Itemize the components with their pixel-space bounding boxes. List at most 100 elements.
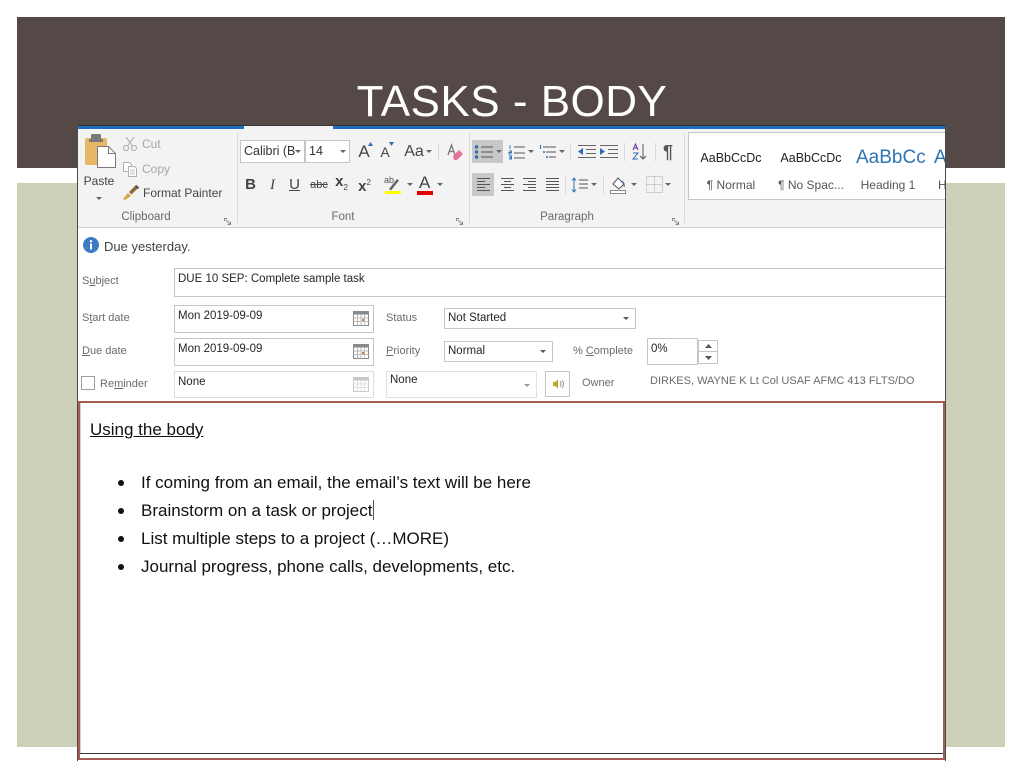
calendar-icon[interactable] — [353, 311, 369, 331]
chevron-down-icon — [631, 183, 637, 186]
chevron-down-icon[interactable] — [437, 183, 443, 186]
paste-dropdown-icon[interactable] — [96, 197, 102, 200]
align-right-button[interactable] — [518, 173, 540, 196]
button-separator — [603, 176, 604, 194]
align-left-button[interactable] — [472, 173, 494, 196]
format-painter-label: Format Painter — [143, 186, 223, 200]
due-date-input[interactable] — [174, 338, 374, 366]
chevron-down-icon[interactable] — [407, 183, 413, 186]
clipboard-dialog-launcher-icon[interactable] — [224, 213, 232, 231]
underline-button[interactable]: U — [286, 173, 303, 196]
list-item-text: If coming from an email, the email’s tex… — [141, 473, 531, 492]
show-formatting-marks-button[interactable]: ¶ — [661, 140, 675, 163]
font-size-value: 14 — [309, 144, 323, 158]
access-key: m — [114, 378, 124, 390]
chevron-down-icon — [425, 150, 432, 153]
chevron-down-icon[interactable] — [340, 150, 346, 153]
clear-formatting-button[interactable] — [445, 140, 465, 163]
superscript-button[interactable]: x2 — [355, 173, 374, 196]
clear-formatting-icon — [447, 142, 463, 160]
priority-dropdown[interactable]: Normal — [444, 341, 553, 362]
style-no-spacing[interactable]: AaBbCcDc ¶ No Spac... — [771, 133, 851, 199]
style-name: Heading 1 — [860, 178, 916, 192]
reminder-date-input[interactable] — [174, 371, 374, 398]
decrease-indent-icon — [578, 144, 596, 158]
reminder-sound-button[interactable] — [545, 371, 570, 397]
strikethrough-button[interactable]: abc — [307, 173, 331, 196]
paragraph-dialog-launcher-icon[interactable] — [672, 213, 680, 231]
paste-button[interactable]: Paste — [81, 131, 119, 213]
bullets-button[interactable] — [472, 140, 503, 163]
bold-button[interactable]: B — [242, 173, 259, 196]
style-heading-2[interactable]: A H — [931, 133, 946, 199]
style-heading-1[interactable]: AaBbCc Heading 1 — [851, 133, 925, 199]
reminder-time-dropdown[interactable]: None — [386, 371, 537, 398]
borders-button[interactable] — [643, 173, 673, 196]
subject-input[interactable] — [174, 268, 945, 297]
style-preview: AaBbCcDc — [700, 151, 762, 165]
label-text: % — [573, 345, 586, 357]
format-painter-button[interactable]: Format Painter — [120, 183, 236, 201]
line-spacing-button[interactable] — [570, 173, 598, 196]
task-body-editor[interactable]: Using the body If coming from an email, … — [78, 401, 945, 760]
justify-button[interactable] — [541, 173, 563, 196]
superscript-icon: x2 — [358, 175, 371, 195]
borders-icon — [645, 176, 663, 193]
bold-icon: B — [245, 175, 256, 193]
copy-label: Copy — [142, 162, 171, 176]
spin-down-button[interactable] — [699, 352, 717, 363]
font-size-combobox[interactable]: 14 — [305, 140, 350, 163]
sort-button[interactable] — [631, 140, 649, 163]
owner-label: Owner — [582, 377, 615, 389]
arrow-down-icon — [389, 142, 394, 146]
bullets-icon — [474, 144, 493, 159]
increase-indent-button[interactable] — [599, 140, 619, 163]
calendar-icon[interactable] — [353, 344, 369, 364]
cut-button[interactable]: Cut — [120, 134, 190, 152]
status-dropdown[interactable]: Not Started — [444, 308, 636, 329]
copy-button[interactable]: Copy — [120, 159, 190, 177]
chevron-down-icon — [524, 384, 530, 387]
style-name: H — [938, 178, 946, 192]
subscript-button[interactable]: x2 — [332, 173, 351, 196]
group-separator — [684, 133, 685, 223]
arrow-up-icon — [368, 142, 373, 146]
font-name-combobox[interactable]: Calibri (B — [240, 140, 305, 163]
multilevel-list-button[interactable] — [538, 140, 566, 163]
list-item: Brainstorm on a task or project — [80, 497, 580, 525]
chevron-down-icon — [540, 350, 546, 353]
label-text: Re — [100, 378, 115, 390]
grow-font-button[interactable]: A — [355, 140, 373, 163]
infobar-message: Due yesterday. — [104, 239, 191, 254]
percent-complete-input[interactable] — [647, 338, 698, 365]
reminder-date-field — [174, 371, 374, 398]
decrease-indent-button[interactable] — [577, 140, 597, 163]
align-left-icon — [476, 178, 490, 191]
italic-button[interactable]: I — [264, 173, 281, 196]
subscript-icon: x2 — [335, 173, 348, 196]
chevron-down-icon — [495, 150, 502, 153]
arrow-down-icon — [704, 355, 712, 360]
percent-complete-field — [647, 338, 698, 365]
speaker-icon — [552, 379, 564, 389]
shading-button[interactable] — [608, 173, 638, 196]
highlight-color-button[interactable]: ab — [381, 173, 413, 196]
list-item-text: Journal progress, phone calls, developme… — [141, 557, 516, 576]
shrink-font-button[interactable]: A — [376, 140, 394, 163]
calendar-icon[interactable] — [353, 377, 369, 397]
align-center-button[interactable] — [496, 173, 518, 196]
start-date-input[interactable] — [174, 305, 374, 333]
numbering-button[interactable] — [507, 140, 535, 163]
reminder-checkbox[interactable] — [81, 376, 95, 390]
chevron-down-icon[interactable] — [295, 150, 301, 153]
slide: TASKS - BODY Paste Cut Copy Format Paint… — [0, 0, 1024, 768]
change-case-button[interactable]: Aa — [402, 140, 434, 163]
style-normal[interactable]: AaBbCcDc ¶ Normal — [691, 133, 771, 199]
access-key: C — [585, 345, 594, 357]
spin-up-button[interactable] — [699, 341, 717, 352]
font-color-button[interactable]: A — [416, 173, 443, 196]
cut-label: Cut — [142, 137, 161, 151]
font-dialog-launcher-icon[interactable] — [456, 213, 464, 231]
change-case-icon: Aa — [404, 142, 424, 160]
text-cursor — [373, 500, 375, 520]
